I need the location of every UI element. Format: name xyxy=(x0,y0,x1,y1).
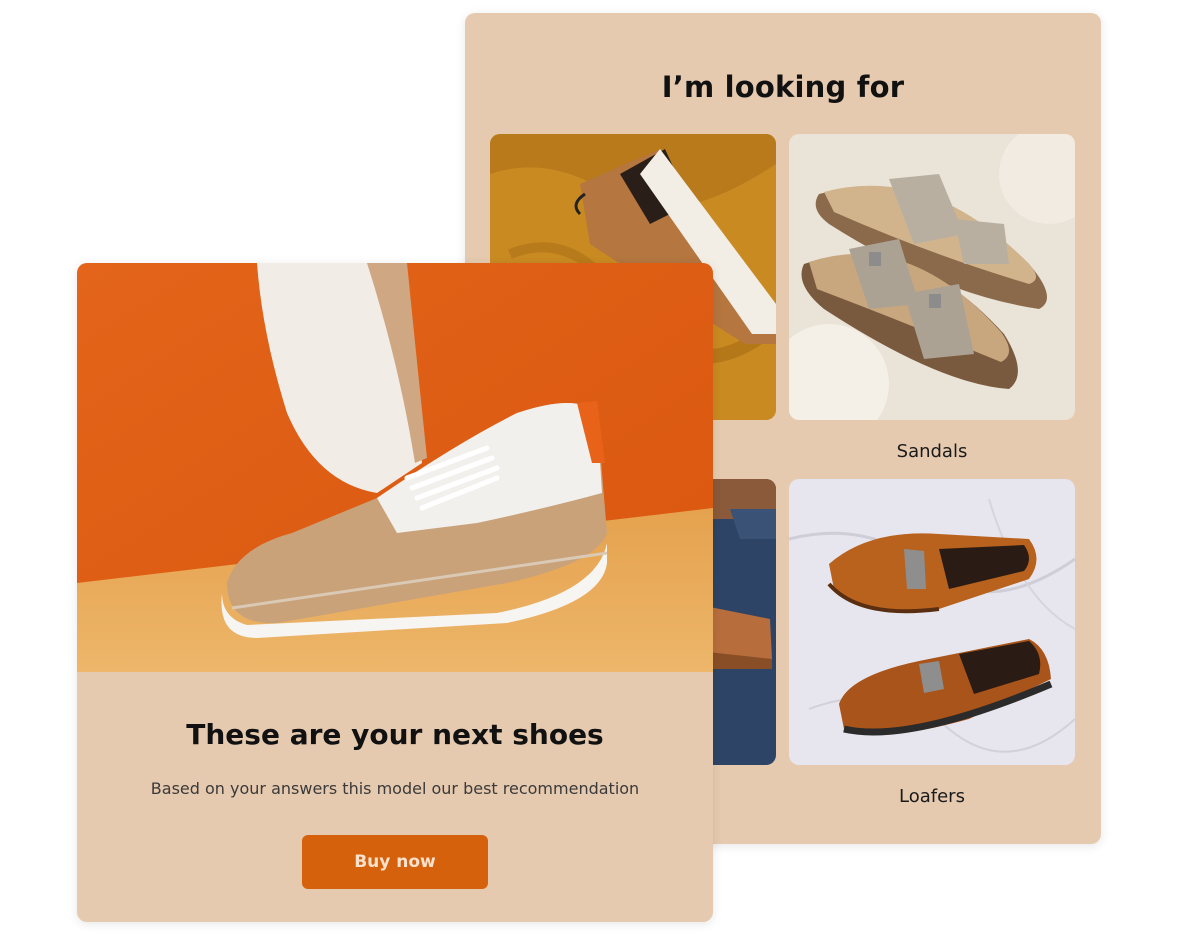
sneaker-hero-image xyxy=(77,263,713,672)
result-subtitle: Based on your answers this model our bes… xyxy=(150,779,640,798)
buy-now-button[interactable]: Buy now xyxy=(302,835,488,889)
quiz-title: I’m looking for xyxy=(661,70,905,104)
option-sandals-label: Sandals xyxy=(896,441,968,462)
sandals-image xyxy=(789,134,1075,420)
product-hero-image xyxy=(77,263,713,672)
option-loafers-tile[interactable] xyxy=(789,479,1075,765)
result-card: These are your next shoes Based on your … xyxy=(77,263,713,922)
loafers-on-marble-image xyxy=(789,479,1075,765)
option-loafers-label: Loafers xyxy=(899,786,965,807)
result-title: These are your next shoes xyxy=(186,718,604,751)
option-sandals-tile[interactable] xyxy=(789,134,1075,420)
